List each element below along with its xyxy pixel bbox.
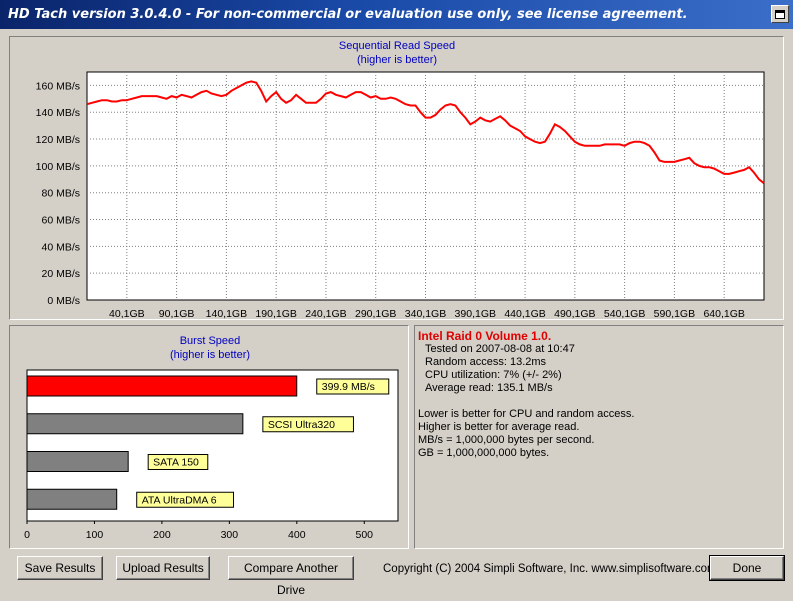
bar-label: SCSI Ultra320 [268,419,335,431]
y-tick-label: 20 MB/s [41,268,80,280]
copyright-text: Copyright (C) 2004 Simpli Software, Inc.… [383,563,717,575]
x-tick-label: 190,1GB [255,308,296,319]
upload-results-button[interactable]: Upload Results [116,556,210,580]
y-tick-label: 60 MB/s [41,215,80,227]
y-tick-label: 160 MB/s [36,80,80,92]
y-tick-label: 120 MB/s [36,134,80,146]
results-info-panel: Intel Raid 0 Volume 1.0. Tested on 2007-… [414,325,784,549]
x-tick-label: 440,1GB [504,308,545,319]
drive-name: Intel Raid 0 Volume 1.0. [418,329,552,343]
bar-label: SATA 150 [153,457,199,469]
cpu-utilization: CPU utilization: 7% (+/- 2%) [425,369,562,381]
burst-bar [26,451,129,472]
x-tick-label: 140,1GB [206,308,247,319]
x-tick-label: 240,1GB [305,308,346,319]
x-tick-label: 40,1GB [109,308,145,319]
burst-bar [26,488,118,510]
x-tick-label: 340,1GB [405,308,446,319]
y-tick-label: 80 MB/s [41,188,80,200]
x-tick-label: 0 [24,529,30,541]
average-read: Average read: 135.1 MB/s [425,382,553,394]
sequential-read-chart: 0 MB/s 20 MB/s 40 MB/s 60 MB/s 80 MB/s 100 MB… [36,71,765,319]
x-tick-label: 500 [356,529,374,541]
burst-bar [26,413,244,435]
x-tick-label: 200 [153,529,171,541]
x-tick-label: 300 [221,529,239,541]
x-tick-label: 400 [288,529,306,541]
bar-label: ATA UltraDMA 6 [142,494,217,506]
restore-icon [775,9,785,19]
compare-another-drive-button[interactable]: Compare Another Drive [228,556,354,597]
x-tick-label: 90,1GB [159,308,195,319]
random-access: Random access: 13.2ms [425,356,547,368]
sequential-read-panel: Sequential Read Speed (higher is better)… [9,36,784,320]
save-results-button[interactable]: Save Results [17,556,103,580]
y-tick-label: 0 MB/s [47,295,80,307]
restore-window-button[interactable] [771,5,789,23]
burst-bar [26,375,298,397]
title-bar: HD Tach version 3.0.4.0 - For non-commer… [0,0,793,29]
x-tick-label: 490,1GB [554,308,595,319]
done-button[interactable]: Done [709,555,785,581]
y-tick-label: 40 MB/s [41,241,80,253]
burst-speed-panel: Burst Speed (higher is better) 399.9 MB/… [9,325,409,549]
window-title: HD Tach version 3.0.4.0 - For non-commer… [8,7,688,22]
y-tick-label: 100 MB/s [36,161,80,173]
x-tick-label: 540,1GB [604,308,645,319]
note-line: MB/s = 1,000,000 bytes per second. [418,434,595,446]
note-line: GB = 1,000,000,000 bytes. [418,447,550,459]
burst-speed-chart: 399.9 MB/s SCSI Ultra320 SATA 150 ATA Ultra… [24,369,399,541]
note-line: Lower is better for CPU and random acces… [418,408,635,420]
x-tick-label: 640,1GB [703,308,744,319]
y-tick-label: 140 MB/s [36,107,80,119]
x-tick-label: 100 [86,529,104,541]
x-tick-label: 390,1GB [455,308,496,319]
x-tick-label: 590,1GB [654,308,695,319]
note-line: Higher is better for average read. [418,421,580,433]
bar-label: 399.9 MB/s [322,381,375,393]
x-tick-label: 290,1GB [355,308,396,319]
tested-date: Tested on 2007-08-08 at 10:47 [425,343,575,355]
